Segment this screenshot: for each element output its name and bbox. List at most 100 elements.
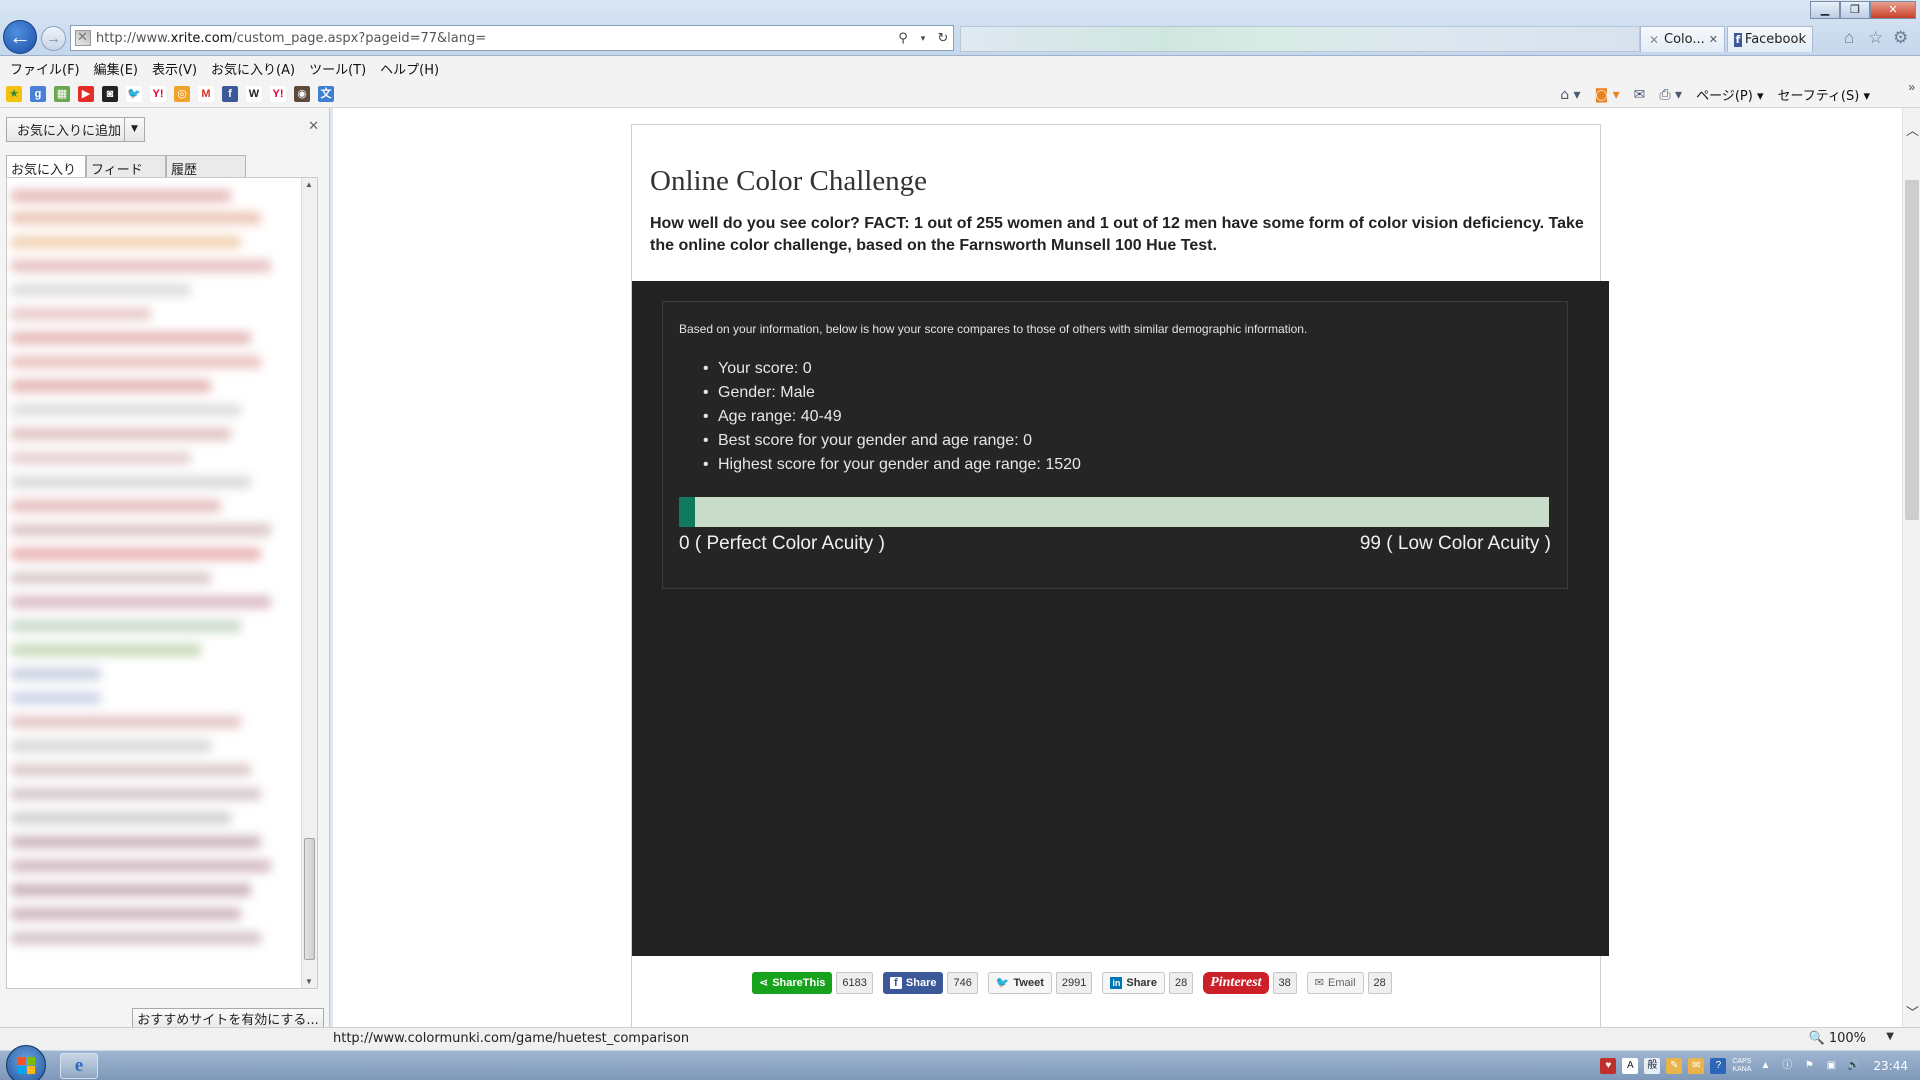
list-item[interactable] bbox=[11, 620, 241, 632]
list-item[interactable] bbox=[11, 836, 261, 848]
scroll-thumb[interactable] bbox=[304, 838, 315, 960]
list-item[interactable] bbox=[11, 308, 151, 320]
home-icon[interactable]: ⌂ bbox=[1844, 28, 1854, 48]
list-item[interactable] bbox=[11, 404, 241, 416]
safety-menu[interactable]: セーフティ(S) ▾ bbox=[1777, 85, 1870, 104]
address-url[interactable]: http://www.xrite.com/custom_page.aspx?pa… bbox=[96, 31, 893, 46]
list-item[interactable] bbox=[11, 356, 261, 368]
list-item[interactable] bbox=[11, 596, 271, 608]
dropdown-arrow-icon[interactable]: ▼ bbox=[124, 118, 144, 141]
back-button[interactable]: ← bbox=[3, 20, 37, 54]
menu-help[interactable]: ヘルプ(H) bbox=[380, 59, 439, 78]
menu-file[interactable]: ファイル(F) bbox=[10, 59, 80, 78]
list-item[interactable] bbox=[11, 332, 251, 344]
yahoo-japan-icon[interactable]: Y! bbox=[270, 86, 286, 102]
google-icon[interactable]: g bbox=[30, 86, 46, 102]
minimize-button[interactable]: ▁ bbox=[1810, 1, 1840, 19]
email-share-button[interactable]: ✉ Email bbox=[1306, 972, 1364, 994]
list-item[interactable] bbox=[11, 812, 231, 824]
dropdown-icon[interactable]: ▾ bbox=[913, 33, 933, 44]
close-pane-icon[interactable]: ✕ bbox=[308, 118, 319, 134]
close-tab-icon[interactable]: ✕ bbox=[1709, 33, 1718, 46]
youtube-icon[interactable]: ▶ bbox=[78, 86, 94, 102]
action-center-flag-icon[interactable]: ⚑ bbox=[1801, 1058, 1817, 1074]
facebook-icon[interactable]: f bbox=[222, 86, 238, 102]
tools-gear-icon[interactable]: ⚙ bbox=[1893, 28, 1908, 48]
linkedin-share-button[interactable]: in Share bbox=[1102, 972, 1165, 994]
security-tray-icon[interactable]: ♥ bbox=[1600, 1058, 1617, 1074]
address-bar[interactable]: http://www.xrite.com/custom_page.aspx?pa… bbox=[70, 25, 954, 51]
list-item[interactable] bbox=[11, 548, 261, 560]
sharethis-button[interactable]: ⋖ ShareThis bbox=[752, 972, 833, 994]
list-item[interactable] bbox=[11, 452, 191, 464]
close-window-button[interactable]: ✕ bbox=[1870, 1, 1916, 19]
yahoo-icon[interactable]: Y! bbox=[150, 86, 166, 102]
list-item[interactable] bbox=[11, 428, 231, 440]
list-item[interactable] bbox=[11, 740, 211, 752]
refresh-icon[interactable]: ↻ bbox=[933, 30, 953, 46]
favorites-scrollbar[interactable]: ▲ ▼ bbox=[301, 178, 317, 988]
scroll-down-icon[interactable]: ▼ bbox=[305, 977, 313, 986]
scroll-thumb[interactable] bbox=[1905, 180, 1919, 520]
home-dropdown-icon[interactable]: ⌂ ▾ bbox=[1560, 87, 1580, 103]
list-item[interactable] bbox=[11, 644, 201, 656]
list-item[interactable] bbox=[11, 190, 231, 202]
list-item[interactable] bbox=[11, 212, 261, 224]
tab-feeds[interactable]: フィード bbox=[86, 155, 166, 178]
list-item[interactable] bbox=[11, 764, 251, 776]
volume-icon[interactable]: 🔊 bbox=[1845, 1058, 1861, 1074]
favorites-star-icon[interactable]: ☆ bbox=[1868, 28, 1883, 48]
start-button[interactable] bbox=[6, 1045, 46, 1080]
list-item[interactable] bbox=[11, 716, 241, 728]
niconico-icon[interactable]: ◙ bbox=[102, 86, 118, 102]
ime-mode-icon[interactable]: A bbox=[1622, 1058, 1639, 1074]
pinterest-button[interactable]: Pinterest bbox=[1203, 972, 1269, 994]
network-info-icon[interactable]: ⓘ bbox=[1779, 1058, 1795, 1074]
favorites-list[interactable]: ▲ ▼ bbox=[6, 177, 318, 989]
list-item[interactable] bbox=[11, 788, 261, 800]
add-favorite-star-icon[interactable]: ★ bbox=[6, 86, 22, 102]
clock[interactable]: 23:44 bbox=[1873, 1059, 1908, 1073]
page-scrollbar[interactable]: ︿ ﹀ bbox=[1902, 108, 1920, 1027]
twitter-icon[interactable]: 🐦 bbox=[126, 86, 142, 102]
more-chevron-icon[interactable]: » bbox=[1908, 80, 1915, 94]
facebook-share-button[interactable]: f Share bbox=[882, 972, 944, 994]
zoom-level[interactable]: 🔍 100% bbox=[1809, 1031, 1867, 1046]
ime-dictionary-icon[interactable]: ✉ bbox=[1688, 1058, 1705, 1074]
list-item[interactable] bbox=[11, 524, 271, 536]
scroll-down-icon[interactable]: ﹀ bbox=[1906, 1002, 1919, 1021]
menu-view[interactable]: 表示(V) bbox=[152, 59, 197, 78]
list-item[interactable] bbox=[11, 500, 221, 512]
search-icon[interactable]: ⚲ bbox=[893, 30, 913, 46]
show-hidden-icons-icon[interactable]: ▲ bbox=[1757, 1058, 1773, 1074]
list-item[interactable] bbox=[11, 260, 271, 272]
tab-color-challenge[interactable]: ✕ Colo... ✕ bbox=[1640, 26, 1725, 52]
network-icon[interactable]: ▣ bbox=[1823, 1058, 1839, 1074]
restore-button[interactable]: ❐ bbox=[1840, 1, 1870, 19]
tab-history[interactable]: 履歴 bbox=[166, 155, 246, 178]
list-item[interactable] bbox=[11, 476, 251, 488]
menu-tools[interactable]: ツール(T) bbox=[309, 59, 366, 78]
scroll-up-icon[interactable]: ︿ bbox=[1906, 120, 1919, 139]
list-item[interactable] bbox=[11, 284, 191, 296]
gmail-icon[interactable]: M bbox=[198, 86, 214, 102]
tweet-button[interactable]: 🐦 Tweet bbox=[987, 972, 1052, 994]
tab-facebook[interactable]: f Facebook bbox=[1727, 26, 1813, 52]
scroll-up-icon[interactable]: ▲ bbox=[305, 180, 313, 189]
add-to-favorites-button[interactable]: お気に入りに追加 ▼ bbox=[6, 117, 145, 142]
instagram-icon[interactable]: ◉ bbox=[294, 86, 310, 102]
rss-feed-icon[interactable]: ◙ ▾ bbox=[1595, 87, 1620, 103]
list-item[interactable] bbox=[11, 884, 251, 896]
mail-icon[interactable]: ✉ bbox=[1634, 87, 1646, 103]
list-item[interactable] bbox=[11, 668, 101, 680]
wikipedia-icon[interactable]: W bbox=[246, 86, 262, 102]
list-item[interactable] bbox=[11, 860, 271, 872]
menu-favorites[interactable]: お気に入り(A) bbox=[211, 59, 295, 78]
list-item[interactable] bbox=[11, 692, 101, 704]
rakuten-icon[interactable]: ◎ bbox=[174, 86, 190, 102]
list-item[interactable] bbox=[11, 380, 211, 392]
list-item[interactable] bbox=[11, 932, 261, 944]
print-icon[interactable]: ⎙ ▾ bbox=[1659, 87, 1682, 103]
page-menu[interactable]: ページ(P) ▾ bbox=[1696, 85, 1763, 104]
list-item[interactable] bbox=[11, 908, 241, 920]
